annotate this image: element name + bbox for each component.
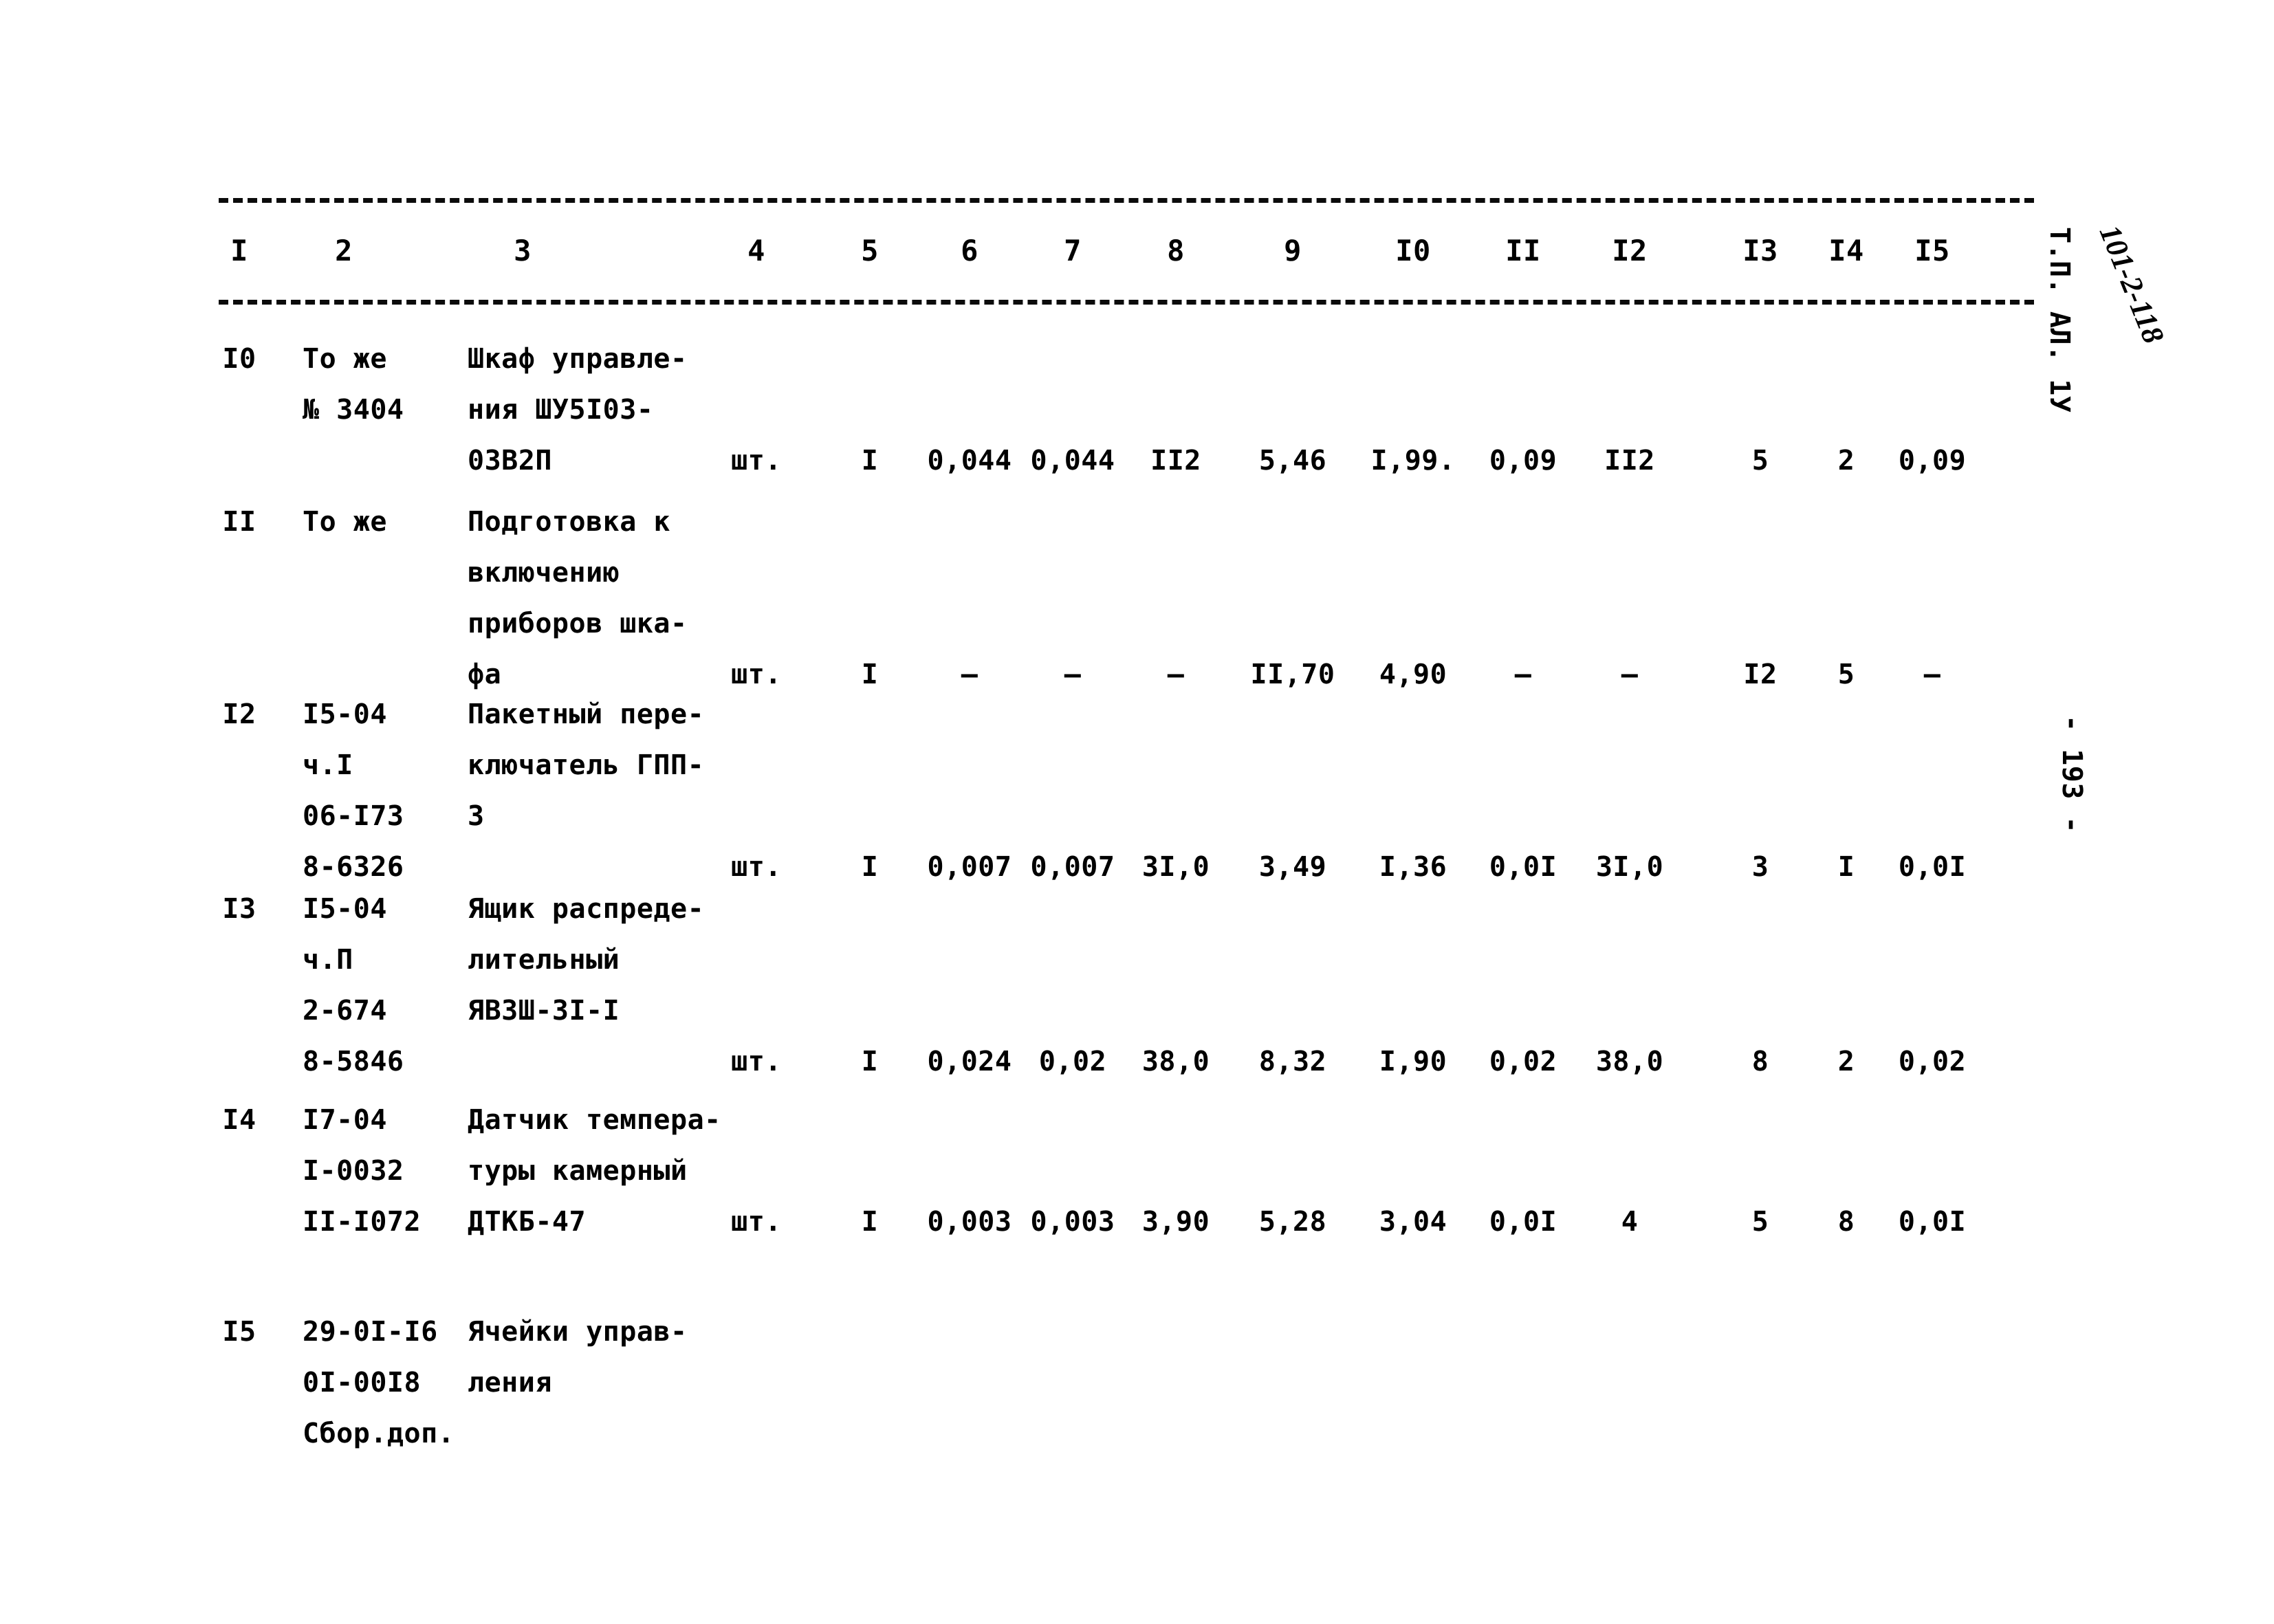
table-column-header-row: I 2 3 4 5 6 7 8 9 I0 II I2 I3 I4 I5 bbox=[0, 234, 2274, 275]
row-number: I0 bbox=[222, 343, 256, 375]
row-number: I3 bbox=[222, 893, 256, 925]
work-name-line: ния ШУ5I03- bbox=[468, 394, 654, 426]
work-name-line: ления bbox=[468, 1367, 552, 1398]
table-top-rule bbox=[219, 198, 2034, 203]
value-cell-col15: 0,09 bbox=[1898, 445, 1967, 476]
value-cell-col9: 5,46 bbox=[1258, 445, 1327, 476]
column-header-12: I2 bbox=[1612, 234, 1648, 267]
work-name-line: Пакетный пере- bbox=[468, 699, 705, 730]
value-cell-col12: – bbox=[1621, 659, 1639, 690]
row-number: I4 bbox=[222, 1104, 256, 1136]
value-cell-col15: 0,0I bbox=[1898, 851, 1967, 883]
column-header-9: 9 bbox=[1284, 234, 1302, 267]
value-cell-col12: II2 bbox=[1604, 445, 1655, 476]
work-name-cell: Ячейки управ-ления bbox=[468, 1306, 825, 1408]
row-number: I2 bbox=[222, 699, 256, 730]
value-cell-col9: 5,28 bbox=[1258, 1206, 1327, 1238]
value-cell-col12: 3I,0 bbox=[1595, 851, 1664, 883]
work-name-line: Ящик распреде- bbox=[468, 893, 705, 925]
norm-code-line: Сбор.доп. bbox=[303, 1418, 455, 1449]
work-name-line: туры камерный bbox=[468, 1155, 688, 1187]
row-number: II bbox=[222, 506, 256, 538]
value-cell-col9: 8,32 bbox=[1258, 1046, 1327, 1077]
value-cell-col9: 3,49 bbox=[1258, 851, 1327, 883]
work-name-line: приборов шка- bbox=[468, 608, 688, 639]
work-name-line: Ячейки управ- bbox=[468, 1316, 688, 1348]
column-header-2: 2 bbox=[335, 234, 353, 267]
work-name-line: ключатель ГПП- bbox=[468, 749, 705, 781]
work-name-line: Датчик темпера- bbox=[468, 1104, 721, 1136]
value-cell-col15: 0,0I bbox=[1898, 1206, 1967, 1238]
column-header-15: I5 bbox=[1914, 234, 1950, 267]
work-name-cell: Ящик распреде-лительный ЯВЗШ-3I-I bbox=[468, 884, 825, 1036]
work-name-line: лительный bbox=[468, 944, 620, 976]
work-name-line: ЯВЗШ-3I-I bbox=[468, 995, 620, 1027]
norm-code-line: 8-5846 bbox=[303, 1046, 404, 1077]
work-name-line: 3 bbox=[468, 800, 485, 832]
value-cell-col12: 38,0 bbox=[1595, 1046, 1664, 1077]
scanned-page: I 2 3 4 5 6 7 8 9 I0 II I2 I3 I4 I5 I0 То же № 3404 Шкаф … bbox=[0, 0, 2274, 1624]
page-number: - 193 - bbox=[2056, 715, 2088, 834]
value-cell-col15: 0,02 bbox=[1898, 1046, 1967, 1077]
work-name-line: Шкаф управле- bbox=[468, 343, 688, 375]
table-header-rule bbox=[219, 300, 2034, 305]
value-cell-col15: – bbox=[1923, 659, 1941, 690]
margin-typed-label: Т.П. АЛ. 1У bbox=[2044, 227, 2075, 413]
value-cell-col12: 4 bbox=[1621, 1206, 1639, 1238]
work-name-line: включению bbox=[468, 557, 620, 589]
value-cell-col9: II,70 bbox=[1250, 659, 1335, 690]
column-header-3: 3 bbox=[514, 234, 532, 267]
work-name-line: Подготовка к bbox=[468, 506, 670, 538]
work-name-cell: Пакетный пере-ключатель ГПП- 3 bbox=[468, 689, 825, 842]
row-number: I5 bbox=[222, 1316, 256, 1348]
